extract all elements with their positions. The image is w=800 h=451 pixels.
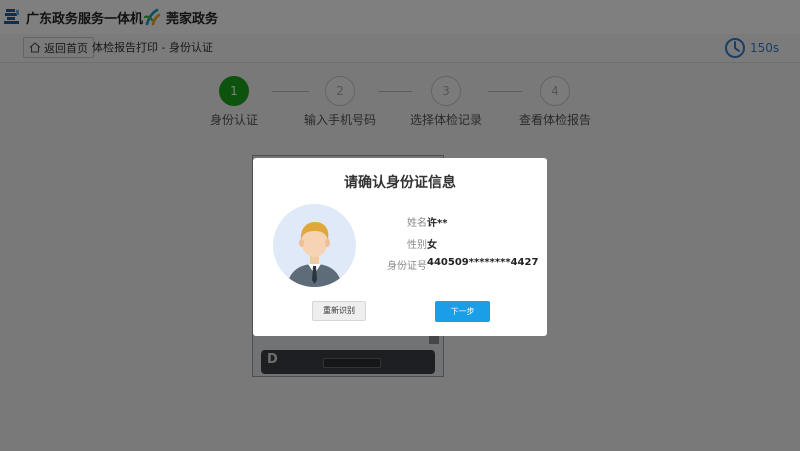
gender-label: 性别 xyxy=(407,240,427,251)
next-button[interactable]: 下一步 xyxy=(435,301,490,322)
gender-value: 女 xyxy=(427,240,437,251)
id-number-label: 身份证号 xyxy=(387,261,427,272)
name-row: 姓名 许** xyxy=(353,214,533,230)
id-number-row: 身份证号 440509********4427 xyxy=(353,257,538,273)
id-number-value: 440509********4427 xyxy=(427,257,539,268)
rescan-button[interactable]: 重新识别 xyxy=(312,301,366,321)
avatar xyxy=(273,204,356,287)
person-avatar-icon xyxy=(287,222,342,287)
gender-row: 性别 女 xyxy=(353,236,533,252)
id-confirm-dialog: 请确认身份证信息 姓名 许** 性别 女 身份证号 440509********… xyxy=(253,158,547,336)
dialog-title: 请确认身份证信息 xyxy=(344,175,456,191)
name-label: 姓名 xyxy=(407,218,427,229)
name-value: 许** xyxy=(427,218,448,229)
